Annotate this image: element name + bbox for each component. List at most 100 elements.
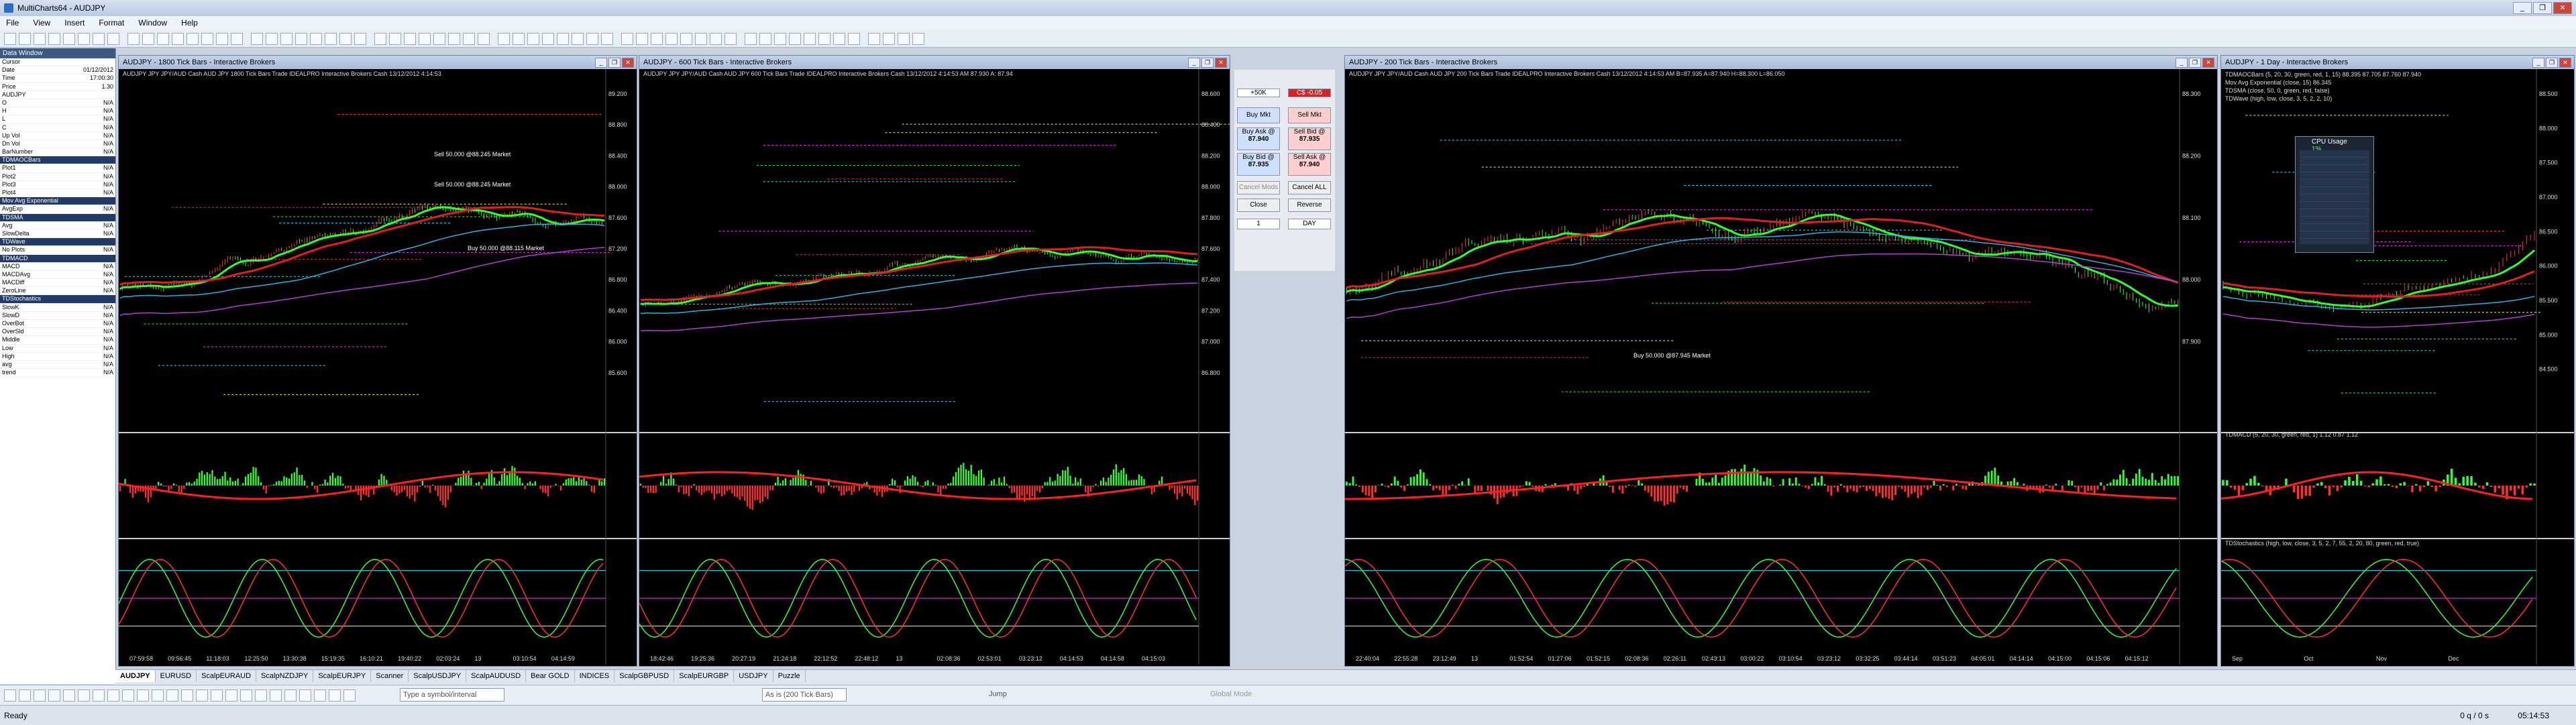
buy-bid-button[interactable]: Buy Bid @87.935	[1237, 153, 1280, 176]
drawing-tool-icon[interactable]	[122, 689, 134, 702]
cancel-mods-button[interactable]: Cancel Mods	[1237, 181, 1280, 194]
maximize-button[interactable]: ❐	[2533, 2, 2552, 14]
toolbar-icon[interactable]	[201, 33, 213, 45]
toolbar-icon[interactable]	[804, 33, 816, 45]
tif-select[interactable]: DAY	[1288, 219, 1331, 229]
buy-market-button[interactable]: Buy Mkt	[1237, 107, 1280, 123]
toolbar-icon[interactable]	[527, 33, 539, 45]
close-button[interactable]: ✕	[2553, 2, 2572, 14]
drawing-tool-icon[interactable]	[166, 689, 178, 702]
chart-canvas[interactable]: 89.200 88.800 88.400 88.000 87.600 87.200 86.8…	[119, 69, 637, 665]
toolbar-icon[interactable]	[48, 33, 60, 45]
toolbar-icon[interactable]	[680, 33, 692, 45]
minimize-icon[interactable]: _	[2532, 58, 2544, 68]
drawing-tool-icon[interactable]	[284, 689, 297, 702]
minimize-button[interactable]: _	[2513, 2, 2532, 14]
toolbar-icon[interactable]	[280, 33, 292, 45]
toolbar-icon[interactable]	[759, 33, 771, 45]
toolbar-icon[interactable]	[848, 33, 860, 45]
toolbar-icon[interactable]	[325, 33, 337, 45]
toolbar-icon[interactable]	[478, 33, 490, 45]
drawing-tool-icon[interactable]	[240, 689, 252, 702]
close-icon[interactable]: ✕	[1215, 58, 1227, 68]
menu-insert[interactable]: Insert	[58, 16, 91, 30]
drawing-tool-icon[interactable]	[329, 689, 341, 702]
toolbar-icon[interactable]	[78, 33, 90, 45]
menu-help[interactable]: Help	[175, 16, 204, 30]
menu-format[interactable]: Format	[93, 16, 130, 30]
toolbar-icon[interactable]	[601, 33, 613, 45]
toolbar-icon[interactable]	[433, 33, 445, 45]
drawing-tool-icon[interactable]	[93, 689, 105, 702]
drawing-tool-icon[interactable]	[137, 689, 149, 702]
toolbar-icon[interactable]	[354, 33, 366, 45]
drawing-tool-icon[interactable]	[314, 689, 326, 702]
workspace-tab[interactable]: ScalpEURAUD	[197, 670, 257, 682]
drawing-tool-icon[interactable]	[19, 689, 31, 702]
minimize-icon[interactable]: _	[595, 58, 607, 68]
workspace-tab[interactable]: ScalpNZDJPY	[256, 670, 314, 682]
chart-window-1-day[interactable]: AUDJPY - 1 Day - Interactive Brokers _ ❐ ✕…	[2220, 55, 2575, 667]
toolbar-icon[interactable]	[868, 33, 880, 45]
chart-canvas[interactable]: 88.500 88.000 87.500 87.000 86.500 86.000 85.5…	[2221, 69, 2574, 665]
workspace-tab[interactable]: Puzzle	[773, 670, 806, 682]
chart-canvas[interactable]: 88.600 88.400 88.200 88.000 87.800 87.600 87.4…	[639, 69, 1230, 665]
cpu-usage-widget[interactable]: CPU Usage 1%	[2295, 136, 2374, 253]
close-icon[interactable]: ✕	[2202, 58, 2214, 68]
resolution-select[interactable]: As is (200 Tick Bars)	[762, 688, 847, 702]
toolbar-icon[interactable]	[374, 33, 386, 45]
drawing-tool-icon[interactable]	[181, 689, 193, 702]
toolbar-icon[interactable]	[695, 33, 707, 45]
toolbar-icon[interactable]	[295, 33, 307, 45]
toolbar-icon[interactable]	[63, 33, 75, 45]
drawing-tool-icon[interactable]	[4, 689, 16, 702]
restore-icon[interactable]: ❐	[1201, 58, 1214, 68]
toolbar-icon[interactable]	[93, 33, 105, 45]
jump-button[interactable]: Jump	[986, 688, 1022, 700]
buy-ask-button[interactable]: Buy Ask @87.940	[1237, 127, 1280, 150]
cancel-all-button[interactable]: Cancel ALL	[1288, 181, 1331, 194]
toolbar-icon[interactable]	[745, 33, 757, 45]
toolbar-icon[interactable]	[789, 33, 801, 45]
menu-window[interactable]: Window	[132, 16, 173, 30]
workspace-tab[interactable]: USDJPY	[734, 670, 773, 682]
drawing-tool-icon[interactable]	[225, 689, 237, 702]
toolbar-icon[interactable]	[463, 33, 475, 45]
drawing-tool-icon[interactable]	[48, 689, 60, 702]
sell-ask-button[interactable]: Sell Ask @87.940	[1288, 153, 1331, 176]
toolbar-icon[interactable]	[774, 33, 786, 45]
restore-icon[interactable]: ❐	[2189, 58, 2201, 68]
toolbar-icon[interactable]	[34, 33, 46, 45]
workspace-tab[interactable]: ScalpAUDUSD	[466, 670, 527, 682]
drawing-tool-icon[interactable]	[211, 689, 223, 702]
workspace-tab[interactable]: INDICES	[575, 670, 615, 682]
toolbar-icon[interactable]	[251, 33, 263, 45]
restore-icon[interactable]: ❐	[608, 58, 621, 68]
workspace-tab[interactable]: ScalpGBPUSD	[614, 670, 675, 682]
toolbar-icon[interactable]	[665, 33, 678, 45]
toolbar-icon[interactable]	[586, 33, 598, 45]
minimize-icon[interactable]: _	[2176, 58, 2188, 68]
toolbar-icon[interactable]	[389, 33, 401, 45]
drawing-tool-icon[interactable]	[270, 689, 282, 702]
drawing-tool-icon[interactable]	[255, 689, 267, 702]
toolbar-icon[interactable]	[621, 33, 633, 45]
chart-canvas[interactable]: 88.300 88.200 88.100 88.000 87.900 22:40:04 22…	[1345, 69, 2217, 665]
toolbar-icon[interactable]	[898, 33, 910, 45]
drawing-tool-icon[interactable]	[343, 689, 356, 702]
toolbar-icon[interactable]	[883, 33, 895, 45]
toolbar-icon[interactable]	[107, 33, 119, 45]
chart-window-600-tick[interactable]: AUDJPY - 600 Tick Bars - Interactive Bro…	[639, 55, 1230, 667]
drawing-tool-icon[interactable]	[34, 689, 46, 702]
workspace-tab[interactable]: Bear GOLD	[526, 670, 575, 682]
chart-window-1800-tick[interactable]: AUDJPY - 1800 Tick Bars - Interactive Br…	[118, 55, 637, 667]
toolbar-icon[interactable]	[19, 33, 31, 45]
restore-icon[interactable]: ❐	[2546, 58, 2558, 68]
global-mode-toggle[interactable]: Global Mode	[1208, 688, 1271, 700]
toolbar-icon[interactable]	[339, 33, 352, 45]
drawing-tool-icon[interactable]	[196, 689, 208, 702]
drawing-tool-icon[interactable]	[63, 689, 75, 702]
toolbar-icon[interactable]	[542, 33, 554, 45]
sell-market-button[interactable]: Sell Mkt	[1288, 107, 1331, 123]
close-icon[interactable]: ✕	[2559, 58, 2571, 68]
